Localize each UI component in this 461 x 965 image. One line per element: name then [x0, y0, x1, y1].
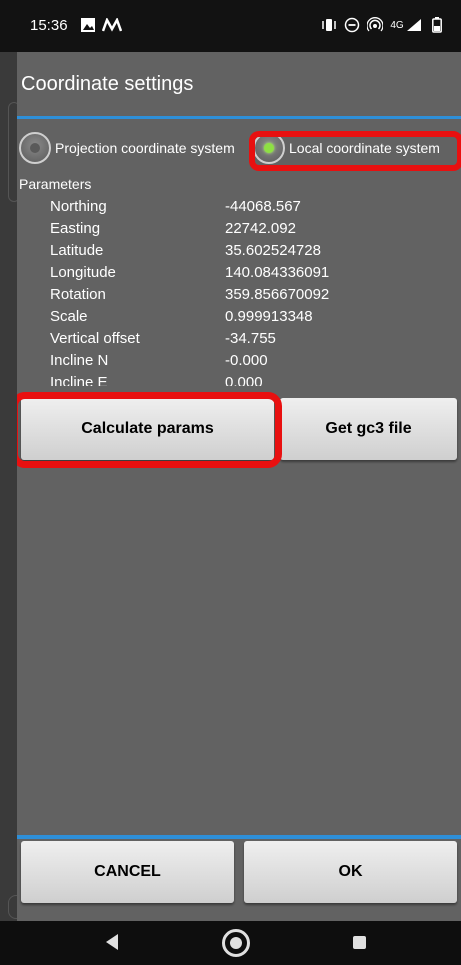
param-name: Vertical offset: [50, 330, 140, 347]
dialog-title: Coordinate settings: [21, 72, 194, 95]
param-value: -44068.567: [225, 198, 301, 215]
radio-unchecked-icon: [19, 132, 51, 164]
param-name: Easting: [50, 220, 101, 237]
param-value: -0.000: [225, 352, 268, 369]
parameters-list[interactable]: Northing -44068.567 Easting 22742.092 La…: [17, 198, 461, 386]
param-row: Northing -44068.567: [17, 198, 461, 220]
param-name: Longitude: [50, 264, 116, 281]
coordinate-settings-dialog: Coordinate settings Projection coordinat…: [17, 52, 461, 921]
param-name: Incline E: [50, 374, 108, 386]
recent-apps-icon[interactable]: [353, 936, 366, 949]
param-row: Easting 22742.092: [17, 220, 461, 242]
param-row: Scale 0.999913348: [17, 308, 461, 330]
parameters-heading: Parameters: [19, 176, 92, 192]
param-row: Longitude 140.084336091: [17, 264, 461, 286]
param-name: Latitude: [50, 242, 104, 259]
param-value: 22742.092: [225, 220, 296, 237]
back-icon[interactable]: [106, 934, 118, 950]
projection-coordinate-radio[interactable]: Projection coordinate system: [19, 130, 249, 166]
param-name: Rotation: [50, 286, 106, 303]
param-row: Latitude 35.602524728: [17, 242, 461, 264]
image-icon: [79, 15, 97, 35]
param-row: Incline N -0.000: [17, 352, 461, 374]
param-name: Northing: [50, 198, 107, 215]
hotspot-icon: [366, 15, 384, 35]
signal-icon: 4G: [389, 15, 423, 35]
param-row: Rotation 359.856670092: [17, 286, 461, 308]
highlight-box: [249, 131, 461, 171]
param-value: 0.999913348: [225, 308, 313, 325]
param-value: 359.856670092: [225, 286, 330, 303]
param-name: Scale: [50, 308, 88, 325]
home-icon[interactable]: [222, 929, 250, 957]
title-divider: [17, 116, 461, 119]
param-row: Incline E 0.000: [17, 374, 461, 386]
param-value: 0.000: [225, 374, 263, 386]
vibrate-icon: [320, 15, 338, 35]
battery-icon: [430, 15, 444, 35]
param-value: 140.084336091: [225, 264, 330, 281]
status-bar: 15:36 4G: [0, 0, 461, 52]
activity-icon: [101, 15, 123, 35]
radio-label: Projection coordinate system: [55, 140, 235, 156]
param-row: Vertical offset -34.755: [17, 330, 461, 352]
param-value: -34.755: [225, 330, 276, 347]
highlight-box: [17, 392, 282, 468]
status-time: 15:36: [30, 17, 68, 34]
ok-button[interactable]: OK: [244, 841, 457, 903]
param-name: Incline N: [50, 352, 109, 369]
get-gc3-file-button[interactable]: Get gc3 file: [280, 398, 457, 460]
param-value: 35.602524728: [225, 242, 321, 259]
cancel-button[interactable]: CANCEL: [21, 841, 234, 903]
dnd-icon: [343, 15, 361, 35]
button-divider: [17, 835, 461, 839]
navigation-bar: [0, 921, 461, 965]
